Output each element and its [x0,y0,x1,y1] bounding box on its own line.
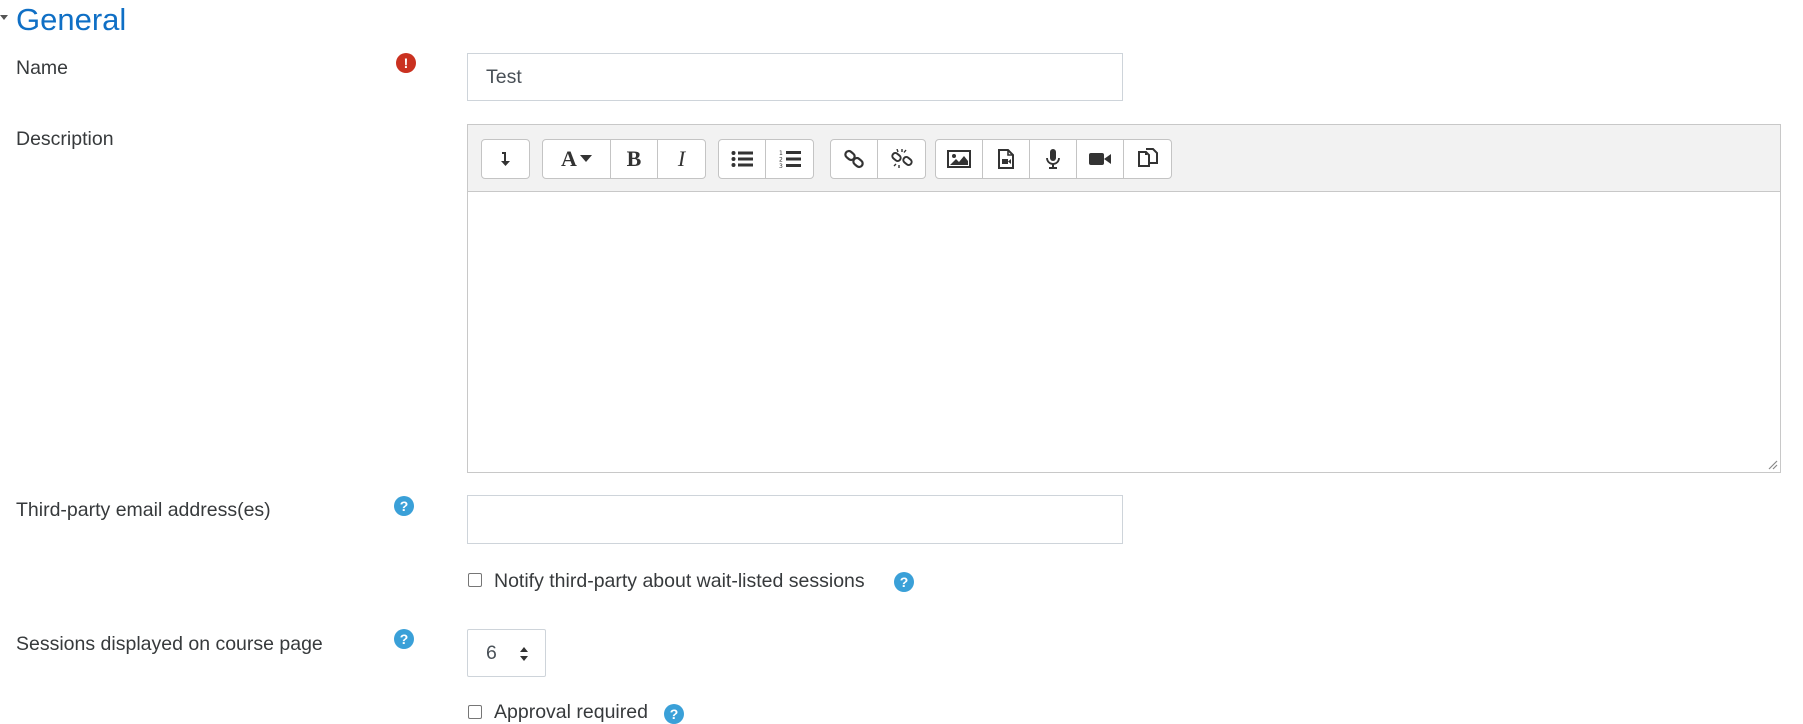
image-icon[interactable] [936,140,983,178]
toolbar-group-links [830,139,926,179]
resize-handle-icon[interactable] [1766,458,1778,470]
bold-icon[interactable]: B [611,140,658,178]
microphone-icon[interactable] [1030,140,1077,178]
name-label: Name [16,57,69,79]
editor-toolbar: A B I 123 [468,125,1780,192]
question-icon[interactable]: ? [894,572,914,592]
video-camera-icon[interactable] [1077,140,1124,178]
arrow-down-turn-icon[interactable] [482,140,529,178]
approval-required-checkbox[interactable] [468,705,482,719]
italic-icon[interactable]: I [658,140,705,178]
approval-required-label: Approval required [494,701,648,723]
third-party-label: Third-party email address(es) [16,499,271,521]
sessions-displayed-select[interactable]: 6 [467,629,546,677]
question-icon[interactable]: ? [394,496,414,516]
collapse-caret-icon[interactable] [0,15,8,20]
notify-waitlist-checkbox[interactable] [468,573,482,587]
description-editor: A B I 123 [467,124,1781,473]
file-video-icon[interactable] [983,140,1030,178]
notify-waitlist-label: Notify third-party about wait-listed ses… [494,570,865,592]
exclamation-icon: ! [396,53,416,73]
toolbar-group-lists: 123 [718,139,814,179]
unlink-icon[interactable] [878,140,925,178]
sessions-displayed-label: Sessions displayed on course page [16,633,323,655]
name-input[interactable]: Test [467,53,1123,101]
list-ul-icon[interactable] [719,140,766,178]
section-title[interactable]: General [16,2,126,38]
sort-arrows-icon [520,647,528,661]
link-icon[interactable] [831,140,878,178]
question-icon[interactable]: ? [394,629,414,649]
toolbar-group-files [935,139,1172,179]
toolbar-group-style: A B I [542,139,706,179]
toolbar-group-toggle [481,139,530,179]
description-textarea[interactable] [468,192,1780,472]
svg-text:3: 3 [779,163,783,169]
list-ol-icon[interactable]: 123 [766,140,813,178]
font-icon[interactable]: A [543,140,611,178]
third-party-input[interactable] [467,495,1123,544]
description-label: Description [16,128,114,150]
sessions-displayed-value: 6 [486,642,497,664]
question-icon[interactable]: ? [664,704,684,724]
copy-files-icon[interactable] [1124,140,1171,178]
